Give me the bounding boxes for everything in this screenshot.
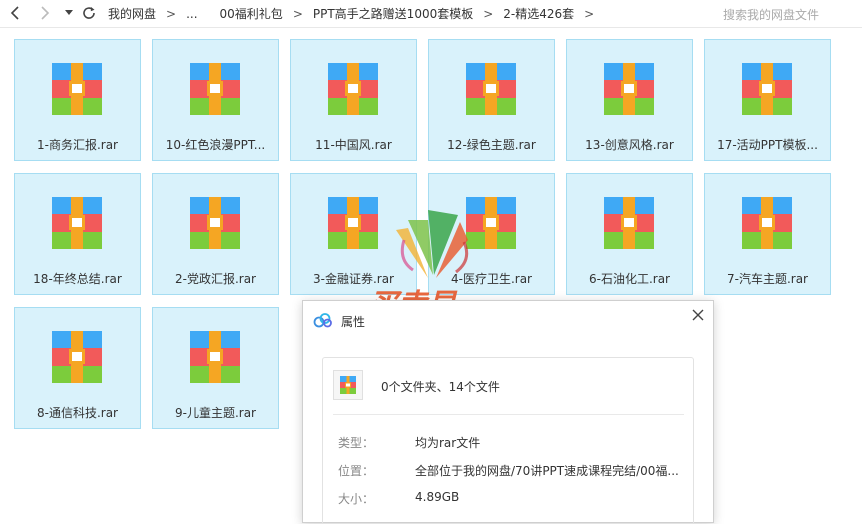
properties-dialog: 属性 0个文件夹、14个文件 类型： 均为rar文件 位置： 全部位于我的网盘/… xyxy=(302,300,714,524)
rar-archive-icon xyxy=(52,197,102,249)
rar-archive-icon xyxy=(190,331,240,383)
file-name: 1-商务汇报.rar xyxy=(36,138,118,152)
file-item[interactable]: 10-红色浪漫PPT... xyxy=(152,39,279,161)
file-name: 7-汽车主题.rar xyxy=(726,272,808,286)
cloud-logo-icon xyxy=(313,313,332,328)
dropdown-caret-icon[interactable] xyxy=(59,3,79,23)
breadcrumb: 我的网盘 > ... 00福利礼包 > PPT高手之路赠送1000套模板 > 2… xyxy=(108,0,604,27)
file-name: 8-通信科技.rar xyxy=(36,406,118,420)
dialog-title: 属性 xyxy=(341,315,366,329)
rar-archive-icon xyxy=(466,63,516,115)
breadcrumb-separator-icon: > xyxy=(292,6,303,21)
property-value: 全部位于我的网盘/70讲PPT速成课程完结/00福... xyxy=(415,464,679,478)
file-item[interactable]: 9-儿童主题.rar xyxy=(152,307,279,429)
file-item[interactable]: 12-绿色主题.rar xyxy=(428,39,555,161)
rar-archive-icon xyxy=(190,63,240,115)
chevron-left-icon[interactable] xyxy=(5,3,25,23)
property-label: 类型： xyxy=(338,436,375,450)
file-name: 6-石油化工.rar xyxy=(588,272,670,286)
rar-archive-icon xyxy=(190,197,240,249)
divider xyxy=(333,414,684,415)
chevron-right-icon[interactable] xyxy=(35,3,55,23)
file-item[interactable]: 7-汽车主题.rar xyxy=(704,173,831,295)
rar-archive-icon xyxy=(333,370,363,400)
file-name: 12-绿色主题.rar xyxy=(447,138,536,152)
file-item[interactable]: 8-通信科技.rar xyxy=(14,307,141,429)
rar-archive-icon xyxy=(604,197,654,249)
file-item[interactable]: 6-石油化工.rar xyxy=(566,173,693,295)
rar-archive-icon xyxy=(52,331,102,383)
file-name: 2-党政汇报.rar xyxy=(174,272,256,286)
file-item[interactable]: 13-创意风格.rar xyxy=(566,39,693,161)
file-item[interactable]: 18-年终总结.rar xyxy=(14,173,141,295)
divider xyxy=(0,27,862,28)
toolbar: 我的网盘 > ... 00福利礼包 > PPT高手之路赠送1000套模板 > 2… xyxy=(0,0,862,27)
file-name: 18-年终总结.rar xyxy=(33,272,122,286)
rar-archive-icon xyxy=(604,63,654,115)
file-name: 9-儿童主题.rar xyxy=(174,406,256,420)
file-name: 10-红色浪漫PPT... xyxy=(165,138,266,152)
breadcrumb-item[interactable]: 00福利礼包 xyxy=(220,5,283,22)
property-label: 位置： xyxy=(338,464,375,478)
breadcrumb-item[interactable]: 我的网盘 xyxy=(108,5,156,22)
breadcrumb-separator-icon: > xyxy=(483,6,494,21)
file-name: 17-活动PPT模板... xyxy=(717,138,818,152)
selection-summary: 0个文件夹、14个文件 xyxy=(381,380,500,394)
property-value: 均为rar文件 xyxy=(415,436,481,450)
file-item[interactable]: 1-商务汇报.rar xyxy=(14,39,141,161)
properties-panel: 0个文件夹、14个文件 类型： 均为rar文件 位置： 全部位于我的网盘/70讲… xyxy=(322,357,694,524)
refresh-icon[interactable] xyxy=(79,3,99,23)
rar-archive-icon xyxy=(742,197,792,249)
search-input[interactable]: 搜索我的网盘文件 xyxy=(723,6,819,23)
close-icon[interactable] xyxy=(689,306,707,324)
file-item[interactable]: 11-中国风.rar xyxy=(290,39,417,161)
property-value: 4.89GB xyxy=(415,490,460,504)
file-name: 13-创意风格.rar xyxy=(585,138,674,152)
breadcrumb-item[interactable]: 2-精选426套 xyxy=(503,5,574,22)
file-item[interactable]: 2-党政汇报.rar xyxy=(152,173,279,295)
breadcrumb-item[interactable]: ... xyxy=(186,7,197,21)
breadcrumb-separator-icon: > xyxy=(166,6,177,21)
file-name: 11-中国风.rar xyxy=(315,138,392,152)
file-item[interactable]: 17-活动PPT模板... xyxy=(704,39,831,161)
property-label: 大小： xyxy=(338,492,375,506)
breadcrumb-item[interactable]: PPT高手之路赠送1000套模板 xyxy=(313,5,473,22)
rar-archive-icon xyxy=(742,63,792,115)
rar-archive-icon xyxy=(52,63,102,115)
rar-archive-icon xyxy=(328,63,378,115)
breadcrumb-separator-icon: > xyxy=(584,6,595,21)
